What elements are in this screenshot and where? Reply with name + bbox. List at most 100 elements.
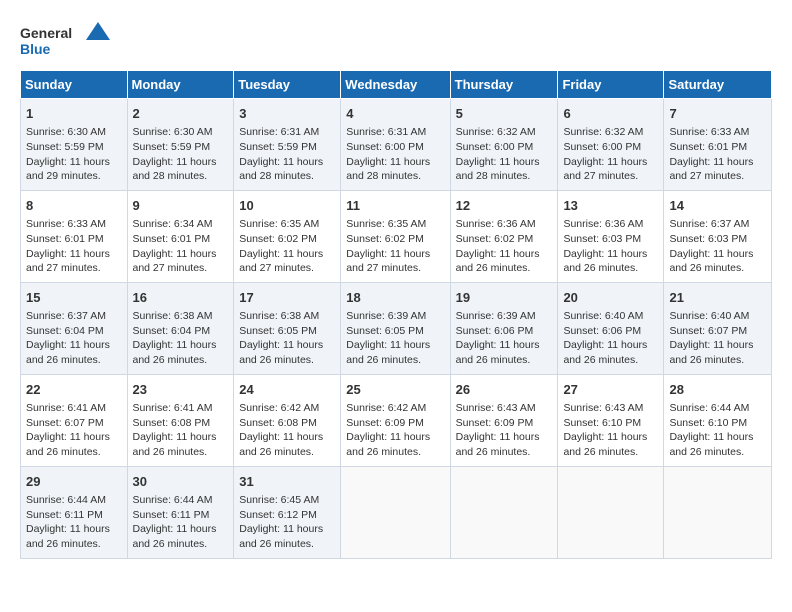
calendar-cell: 3 Sunrise: 6:31 AM Sunset: 5:59 PM Dayli… <box>234 99 341 191</box>
cell-content: Sunrise: 6:40 AM Sunset: 6:06 PM Dayligh… <box>563 309 658 368</box>
calendar-cell: 4 Sunrise: 6:31 AM Sunset: 6:00 PM Dayli… <box>341 99 450 191</box>
cell-content: Sunrise: 6:39 AM Sunset: 6:05 PM Dayligh… <box>346 309 444 368</box>
cell-content: Sunrise: 6:31 AM Sunset: 5:59 PM Dayligh… <box>239 125 335 184</box>
day-number: 10 <box>239 197 335 215</box>
calendar-cell: 21 Sunrise: 6:40 AM Sunset: 6:07 PM Dayl… <box>664 282 772 374</box>
calendar-cell: 11 Sunrise: 6:35 AM Sunset: 6:02 PM Dayl… <box>341 190 450 282</box>
cell-content: Sunrise: 6:35 AM Sunset: 6:02 PM Dayligh… <box>346 217 444 276</box>
day-number: 11 <box>346 197 444 215</box>
cell-content: Sunrise: 6:31 AM Sunset: 6:00 PM Dayligh… <box>346 125 444 184</box>
calendar-cell: 12 Sunrise: 6:36 AM Sunset: 6:02 PM Dayl… <box>450 190 558 282</box>
calendar-cell: 23 Sunrise: 6:41 AM Sunset: 6:08 PM Dayl… <box>127 374 234 466</box>
day-number: 17 <box>239 289 335 307</box>
calendar-cell: 26 Sunrise: 6:43 AM Sunset: 6:09 PM Dayl… <box>450 374 558 466</box>
day-number: 4 <box>346 105 444 123</box>
svg-text:General: General <box>20 25 72 41</box>
calendar-cell: 2 Sunrise: 6:30 AM Sunset: 5:59 PM Dayli… <box>127 99 234 191</box>
calendar-cell: 15 Sunrise: 6:37 AM Sunset: 6:04 PM Dayl… <box>21 282 128 374</box>
calendar-week-row: 1 Sunrise: 6:30 AM Sunset: 5:59 PM Dayli… <box>21 99 772 191</box>
calendar-cell: 9 Sunrise: 6:34 AM Sunset: 6:01 PM Dayli… <box>127 190 234 282</box>
calendar-cell: 20 Sunrise: 6:40 AM Sunset: 6:06 PM Dayl… <box>558 282 664 374</box>
calendar-week-row: 15 Sunrise: 6:37 AM Sunset: 6:04 PM Dayl… <box>21 282 772 374</box>
day-number: 7 <box>669 105 766 123</box>
calendar-cell: 27 Sunrise: 6:43 AM Sunset: 6:10 PM Dayl… <box>558 374 664 466</box>
calendar-cell: 7 Sunrise: 6:33 AM Sunset: 6:01 PM Dayli… <box>664 99 772 191</box>
calendar-header-row: SundayMondayTuesdayWednesdayThursdayFrid… <box>21 71 772 99</box>
day-number: 20 <box>563 289 658 307</box>
column-header-sunday: Sunday <box>21 71 128 99</box>
calendar-cell: 17 Sunrise: 6:38 AM Sunset: 6:05 PM Dayl… <box>234 282 341 374</box>
column-header-monday: Monday <box>127 71 234 99</box>
day-number: 31 <box>239 473 335 491</box>
calendar-cell: 29 Sunrise: 6:44 AM Sunset: 6:11 PM Dayl… <box>21 466 128 558</box>
day-number: 19 <box>456 289 553 307</box>
calendar-cell <box>450 466 558 558</box>
cell-content: Sunrise: 6:43 AM Sunset: 6:10 PM Dayligh… <box>563 401 658 460</box>
cell-content: Sunrise: 6:35 AM Sunset: 6:02 PM Dayligh… <box>239 217 335 276</box>
column-header-saturday: Saturday <box>664 71 772 99</box>
day-number: 25 <box>346 381 444 399</box>
cell-content: Sunrise: 6:34 AM Sunset: 6:01 PM Dayligh… <box>133 217 229 276</box>
day-number: 22 <box>26 381 122 399</box>
calendar-cell: 30 Sunrise: 6:44 AM Sunset: 6:11 PM Dayl… <box>127 466 234 558</box>
day-number: 24 <box>239 381 335 399</box>
cell-content: Sunrise: 6:41 AM Sunset: 6:07 PM Dayligh… <box>26 401 122 460</box>
cell-content: Sunrise: 6:38 AM Sunset: 6:04 PM Dayligh… <box>133 309 229 368</box>
cell-content: Sunrise: 6:37 AM Sunset: 6:03 PM Dayligh… <box>669 217 766 276</box>
cell-content: Sunrise: 6:30 AM Sunset: 5:59 PM Dayligh… <box>133 125 229 184</box>
cell-content: Sunrise: 6:43 AM Sunset: 6:09 PM Dayligh… <box>456 401 553 460</box>
svg-text:Blue: Blue <box>20 41 51 57</box>
day-number: 21 <box>669 289 766 307</box>
cell-content: Sunrise: 6:38 AM Sunset: 6:05 PM Dayligh… <box>239 309 335 368</box>
cell-content: Sunrise: 6:42 AM Sunset: 6:08 PM Dayligh… <box>239 401 335 460</box>
calendar-week-row: 29 Sunrise: 6:44 AM Sunset: 6:11 PM Dayl… <box>21 466 772 558</box>
cell-content: Sunrise: 6:45 AM Sunset: 6:12 PM Dayligh… <box>239 493 335 552</box>
cell-content: Sunrise: 6:32 AM Sunset: 6:00 PM Dayligh… <box>563 125 658 184</box>
day-number: 1 <box>26 105 122 123</box>
day-number: 13 <box>563 197 658 215</box>
cell-content: Sunrise: 6:36 AM Sunset: 6:02 PM Dayligh… <box>456 217 553 276</box>
day-number: 16 <box>133 289 229 307</box>
calendar-cell <box>664 466 772 558</box>
day-number: 3 <box>239 105 335 123</box>
cell-content: Sunrise: 6:42 AM Sunset: 6:09 PM Dayligh… <box>346 401 444 460</box>
calendar-week-row: 8 Sunrise: 6:33 AM Sunset: 6:01 PM Dayli… <box>21 190 772 282</box>
logo: General Blue <box>20 20 110 60</box>
column-header-thursday: Thursday <box>450 71 558 99</box>
calendar-cell: 13 Sunrise: 6:36 AM Sunset: 6:03 PM Dayl… <box>558 190 664 282</box>
day-number: 12 <box>456 197 553 215</box>
column-header-friday: Friday <box>558 71 664 99</box>
calendar-cell: 6 Sunrise: 6:32 AM Sunset: 6:00 PM Dayli… <box>558 99 664 191</box>
calendar-cell: 8 Sunrise: 6:33 AM Sunset: 6:01 PM Dayli… <box>21 190 128 282</box>
day-number: 18 <box>346 289 444 307</box>
header: General Blue <box>20 20 772 60</box>
calendar-week-row: 22 Sunrise: 6:41 AM Sunset: 6:07 PM Dayl… <box>21 374 772 466</box>
day-number: 9 <box>133 197 229 215</box>
day-number: 15 <box>26 289 122 307</box>
calendar-cell: 14 Sunrise: 6:37 AM Sunset: 6:03 PM Dayl… <box>664 190 772 282</box>
calendar-cell: 22 Sunrise: 6:41 AM Sunset: 6:07 PM Dayl… <box>21 374 128 466</box>
cell-content: Sunrise: 6:41 AM Sunset: 6:08 PM Dayligh… <box>133 401 229 460</box>
cell-content: Sunrise: 6:33 AM Sunset: 6:01 PM Dayligh… <box>26 217 122 276</box>
day-number: 29 <box>26 473 122 491</box>
day-number: 5 <box>456 105 553 123</box>
cell-content: Sunrise: 6:36 AM Sunset: 6:03 PM Dayligh… <box>563 217 658 276</box>
day-number: 2 <box>133 105 229 123</box>
calendar-cell: 18 Sunrise: 6:39 AM Sunset: 6:05 PM Dayl… <box>341 282 450 374</box>
column-header-tuesday: Tuesday <box>234 71 341 99</box>
day-number: 14 <box>669 197 766 215</box>
day-number: 30 <box>133 473 229 491</box>
calendar-cell: 31 Sunrise: 6:45 AM Sunset: 6:12 PM Dayl… <box>234 466 341 558</box>
cell-content: Sunrise: 6:40 AM Sunset: 6:07 PM Dayligh… <box>669 309 766 368</box>
calendar-cell: 5 Sunrise: 6:32 AM Sunset: 6:00 PM Dayli… <box>450 99 558 191</box>
calendar-cell: 24 Sunrise: 6:42 AM Sunset: 6:08 PM Dayl… <box>234 374 341 466</box>
day-number: 6 <box>563 105 658 123</box>
cell-content: Sunrise: 6:32 AM Sunset: 6:00 PM Dayligh… <box>456 125 553 184</box>
calendar-cell: 28 Sunrise: 6:44 AM Sunset: 6:10 PM Dayl… <box>664 374 772 466</box>
calendar-table: SundayMondayTuesdayWednesdayThursdayFrid… <box>20 70 772 559</box>
day-number: 27 <box>563 381 658 399</box>
cell-content: Sunrise: 6:44 AM Sunset: 6:10 PM Dayligh… <box>669 401 766 460</box>
logo-svg: General Blue <box>20 20 110 60</box>
day-number: 8 <box>26 197 122 215</box>
cell-content: Sunrise: 6:39 AM Sunset: 6:06 PM Dayligh… <box>456 309 553 368</box>
